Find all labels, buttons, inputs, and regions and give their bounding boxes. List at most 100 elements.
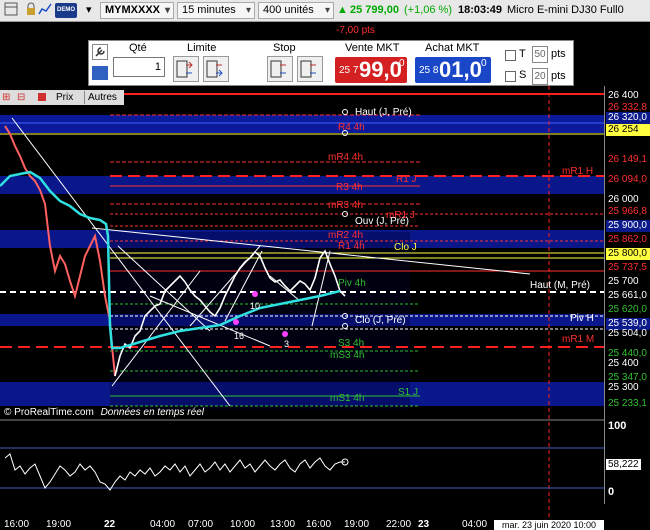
level-s3-4h: S3 4h [338, 338, 365, 349]
price-axis-label: 25 400 [608, 358, 639, 369]
level-mr1-h: mR1 H [562, 166, 594, 177]
position-pnl: -7,00 pts [336, 25, 375, 36]
price-chart[interactable] [0, 86, 604, 520]
price-axis-label: 25 737,5 [608, 262, 647, 273]
price-axis-label: 25 800,0 [606, 248, 650, 260]
flag-icon[interactable] [38, 93, 46, 101]
sell-price-main: 99,0 [359, 57, 402, 82]
level-r4-4h: R4 4h [338, 122, 365, 133]
units-select[interactable]: 400 unités [258, 2, 334, 19]
keypad-icon[interactable] [92, 66, 108, 80]
price-axis-label: 26 400 [608, 90, 639, 101]
stop-checkbox[interactable] [505, 71, 516, 82]
last-price: 25 799,00 [350, 4, 399, 16]
target-checkbox[interactable] [505, 50, 516, 61]
time-axis-label: 22 [104, 519, 116, 530]
price-axis-label: 25 661,0 [608, 290, 647, 301]
time-axis-label: 16:00 [4, 519, 30, 530]
copyright-text: © ProRealTime.com [4, 407, 94, 418]
indicator-axis-top: 100 [608, 420, 627, 432]
price-axis-label: 25 966,8 [608, 206, 647, 217]
price-change: (+1,06 %) [404, 4, 452, 16]
limit-sell-button[interactable] [203, 56, 229, 82]
top-toolbar: DEMO ▾ MYMXXXX 15 minutes 400 unités ▲ 2… [0, 0, 650, 22]
time-axis-label: 16:00 [306, 519, 332, 530]
window-menu-icon[interactable] [4, 2, 18, 19]
price-axis-label: 25 900,0 [606, 220, 650, 232]
sell-mkt-label: Vente MKT [345, 42, 400, 54]
chart-icon[interactable] [38, 2, 52, 19]
buy-price-sup: 0 [481, 58, 487, 69]
lock-icon[interactable] [24, 2, 38, 19]
time-axis-label: 22:00 [386, 519, 412, 530]
limit-buy-button[interactable] [173, 56, 199, 82]
stop-pts-input[interactable]: 20 [532, 68, 548, 85]
buy-price-main: 01,0 [439, 57, 482, 82]
level-mr1-m: mR1 M [562, 334, 595, 345]
bar-count-10: 10 [250, 301, 261, 311]
others-tab[interactable]: Autres [84, 91, 117, 104]
level-ms3-4h: mS3 4h [330, 350, 365, 361]
price-axis-label: 25 300 [608, 382, 639, 393]
time-axis-label: 19:00 [344, 519, 370, 530]
price-axis-label: 26 094,0 [608, 174, 647, 185]
level-mr4-4h: mR4 4h [328, 152, 364, 163]
level-haut-j-pre: Haut (J, Pré) [355, 107, 412, 118]
clock-time: 18:03:49 [458, 4, 503, 16]
instrument-name: Micro E-mini DJ30 Full0 [507, 4, 624, 16]
buy-price-prefix: 25 8 [419, 65, 439, 76]
time-axis-label: 19:00 [46, 519, 72, 530]
level-piv-4h: Piv 4h [338, 278, 366, 289]
target-pts-input[interactable]: 50 [532, 46, 548, 63]
price-tab[interactable]: Prix [56, 91, 73, 104]
indicator-axis-value: 58,222 [606, 459, 641, 470]
time-axis-label: 10:00 [230, 519, 256, 530]
target-label: T [519, 48, 526, 60]
time-axis-date: mar. 23 juin 2020 10:00 [494, 520, 604, 530]
price-axis-label: 25 862,0 [608, 234, 647, 245]
indicator-axis-bottom: 0 [608, 486, 615, 498]
sell-market-button[interactable]: 25 7 99,0 0 [335, 57, 407, 83]
expand-icon[interactable]: ▾ [86, 2, 92, 19]
buy-market-button[interactable]: 25 8 01,0 0 [415, 57, 491, 83]
level-clo-j: Clo J [394, 242, 417, 253]
price-axis-label: 25 504,0 [608, 328, 647, 339]
wrench-icon[interactable] [92, 44, 108, 60]
target-pts-unit: pts [551, 48, 566, 60]
timeframe-select[interactable]: 15 minutes [177, 2, 255, 19]
line-icon[interactable]: ⊟ [17, 91, 25, 104]
buy-mkt-label: Achat MKT [425, 42, 480, 54]
price-axis-label: 26 000 [608, 194, 639, 205]
stop-loss-label: S [519, 69, 527, 81]
order-panel: Qté 1 Limite Stop Vente MKT 25 7 99,0 0 … [88, 40, 574, 86]
limit-label: Limite [187, 42, 217, 54]
price-axis-label: 25 233,1 [608, 398, 647, 409]
stop-pts-unit: pts [551, 70, 566, 82]
time-axis-label: 07:00 [188, 519, 214, 530]
time-axis-label: 23 [418, 519, 430, 530]
stop-label: Stop [273, 42, 296, 54]
symbol-select[interactable]: MYMXXXX [100, 2, 174, 19]
chart-toolbar: ⊞ ⊟ Prix Autres [0, 90, 124, 105]
price-axis-label: 26 320,0 [606, 112, 650, 124]
sell-price-sup: 0 [399, 58, 405, 69]
watermark: © ProRealTime.com Données en temps réel [4, 407, 204, 418]
price-axis-label: 25 620,0 [608, 304, 647, 315]
level-mr3-4h: mR3 4h [328, 200, 364, 211]
qty-input[interactable]: 1 [113, 57, 165, 77]
price-axis-label: 26 149,1 [608, 154, 647, 165]
qty-label: Qté [129, 42, 147, 54]
level-piv-h: Piv H [570, 313, 594, 324]
stop-buy-button[interactable] [267, 56, 293, 82]
time-axis-label: 04:00 [150, 519, 176, 530]
demo-badge: DEMO [55, 3, 77, 18]
time-axis-label: 13:00 [270, 519, 296, 530]
price-axis-label: 25 700 [608, 276, 639, 287]
sell-price-prefix: 25 7 [339, 65, 359, 76]
up-arrow-icon: ▲ [337, 4, 348, 16]
stop-sell-button[interactable] [297, 56, 323, 82]
add-indicator-icon[interactable]: ⊞ [2, 91, 10, 104]
price-axis-label: 26 254 [606, 124, 650, 136]
level-ouv-j-pre: Ouv (J, Pré) [355, 216, 409, 227]
level-mr2-4h: mR2 4h [328, 230, 364, 241]
